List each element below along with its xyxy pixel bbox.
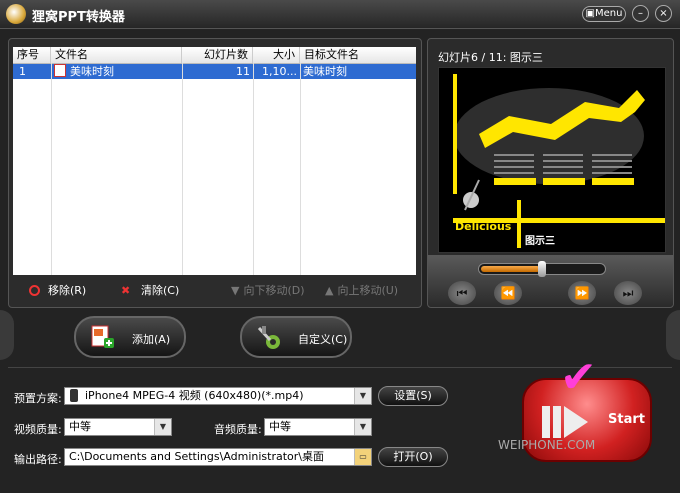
preview-panel: 幻灯片6 / 11: 图示三 Delicious 图示三 ⏮ ⏪ ⏩ ⏭ xyxy=(427,38,674,308)
row-size: 1,10... xyxy=(262,65,297,78)
gridline xyxy=(182,63,183,275)
video-quality-select[interactable]: 中等 ▼ xyxy=(64,418,172,436)
minimize-button[interactable]: – xyxy=(632,5,649,22)
preset-value: iPhone4 MPEG-4 视频 (640x480)(*.mp4) xyxy=(85,389,304,402)
remove-button[interactable]: 移除(R) xyxy=(29,282,86,298)
app-logo-icon xyxy=(6,4,26,24)
add-button[interactable]: 添加(A) xyxy=(74,316,186,358)
clear-label: 清除(C) xyxy=(141,284,180,297)
clear-icon: ✖ xyxy=(121,284,131,297)
move-down-label: 向下移动(D) xyxy=(243,284,305,297)
seek-slider[interactable] xyxy=(478,261,606,277)
side-decoration-left xyxy=(0,310,14,360)
custom-button[interactable]: 自定义(C) xyxy=(240,316,352,358)
prohibit-icon xyxy=(29,285,40,296)
start-label: Start xyxy=(608,412,645,427)
folder-icon[interactable]: ▭ xyxy=(354,449,371,465)
app-window: 狸窝PPT转换器 ▣Menu – × 序号 文件名 幻灯片数 大小 目标文件名 … xyxy=(0,0,680,493)
output-path-label: 输出路径: xyxy=(14,453,62,466)
side-decoration-right xyxy=(666,310,680,360)
ppt-file-icon xyxy=(54,64,66,77)
tools-icon xyxy=(257,326,280,349)
file-table: 序号 文件名 幻灯片数 大小 目标文件名 1 美味时刻 11 1,10... 美… xyxy=(13,47,416,275)
iphone-icon xyxy=(70,389,78,402)
arrow-up-icon: ▲ xyxy=(325,284,334,297)
preset-select[interactable]: iPhone4 MPEG-4 视频 (640x480)(*.mp4) ▼ xyxy=(64,387,372,405)
menu-icon: ▣ xyxy=(585,8,595,19)
clear-button[interactable]: ✖ 清除(C) xyxy=(121,282,179,298)
table-row[interactable]: 1 美味时刻 11 1,10... 美味时刻 xyxy=(13,64,416,79)
video-quality-value: 中等 xyxy=(69,420,91,433)
remove-label: 移除(R) xyxy=(48,284,87,297)
col-target[interactable]: 目标文件名 xyxy=(300,47,416,63)
seek-fill xyxy=(481,266,540,272)
slide-text-title: 图示三 xyxy=(525,236,555,247)
gridline xyxy=(253,63,254,275)
menu-button[interactable]: ▣Menu xyxy=(582,6,626,22)
seek-handle[interactable] xyxy=(538,261,546,277)
window-title: 狸窝PPT转换器 xyxy=(32,10,125,25)
last-slide-button[interactable]: ⏭ xyxy=(614,281,642,305)
move-down-button[interactable]: ▼ 向下移动(D) xyxy=(231,282,305,298)
add-label: 添加(A) xyxy=(132,333,171,346)
gridline xyxy=(300,63,301,275)
next-slide-button[interactable]: ⏩ xyxy=(568,281,596,305)
row-filename: 美味时刻 xyxy=(70,65,114,78)
playback-controls: ⏮ ⏪ ⏩ ⏭ xyxy=(428,255,673,307)
file-list-panel: 序号 文件名 幻灯片数 大小 目标文件名 1 美味时刻 11 1,10... 美… xyxy=(8,38,422,308)
checkmark-icon: ✔ xyxy=(560,352,597,403)
open-folder-button[interactable]: 打开(O) xyxy=(378,447,448,467)
watermark: WEIPHONE.COM xyxy=(498,438,596,452)
move-up-label: 向上移动(U) xyxy=(337,284,399,297)
slide-text-delicious: Delicious xyxy=(455,220,512,233)
row-filename-cell: 美味时刻 xyxy=(51,64,182,79)
close-button[interactable]: × xyxy=(655,5,672,22)
menu-label: Menu xyxy=(594,8,623,19)
slide-preview: Delicious 图示三 xyxy=(438,67,666,253)
chevron-down-icon[interactable]: ▼ xyxy=(354,388,371,404)
audio-quality-select[interactable]: 中等 ▼ xyxy=(264,418,372,436)
gridline xyxy=(51,63,52,275)
chevron-down-icon[interactable]: ▼ xyxy=(354,419,371,435)
move-up-button[interactable]: ▲ 向上移动(U) xyxy=(325,282,398,298)
preset-label: 预置方案: xyxy=(14,392,62,405)
row-index: 1 xyxy=(19,65,26,78)
settings-button[interactable]: 设置(S) xyxy=(378,386,448,406)
row-target: 美味时刻 xyxy=(303,65,347,78)
video-quality-label: 视频质量: xyxy=(14,423,62,436)
output-path-value: C:\Documents and Settings\Administrator\… xyxy=(69,450,325,463)
col-size[interactable]: 大小 xyxy=(253,47,300,63)
list-action-bar: 移除(R) ✖ 清除(C) ▼ 向下移动(D) ▲ 向上移动(U) xyxy=(13,279,416,301)
previous-slide-button[interactable]: ⏪ xyxy=(494,281,522,305)
start-arrow-icon xyxy=(542,406,588,438)
add-file-icon xyxy=(91,325,114,348)
output-path-field[interactable]: C:\Documents and Settings\Administrator\… xyxy=(64,448,372,466)
audio-quality-value: 中等 xyxy=(269,420,291,433)
slide-title: 幻灯片6 / 11: 图示三 xyxy=(438,51,543,64)
chevron-down-icon[interactable]: ▼ xyxy=(154,419,171,435)
column-gridlines xyxy=(13,63,416,275)
col-slides[interactable]: 幻灯片数 xyxy=(182,47,253,63)
col-index[interactable]: 序号 xyxy=(13,47,51,63)
arrow-down-icon: ▼ xyxy=(231,284,240,297)
title-bar[interactable]: 狸窝PPT转换器 ▣Menu – × xyxy=(0,0,680,29)
table-header: 序号 文件名 幻灯片数 大小 目标文件名 xyxy=(13,47,416,64)
audio-quality-label: 音频质量: xyxy=(214,423,262,436)
custom-label: 自定义(C) xyxy=(298,333,348,346)
row-slides: 11 xyxy=(236,65,250,78)
first-slide-button[interactable]: ⏮ xyxy=(448,281,476,305)
col-filename[interactable]: 文件名 xyxy=(51,47,182,63)
